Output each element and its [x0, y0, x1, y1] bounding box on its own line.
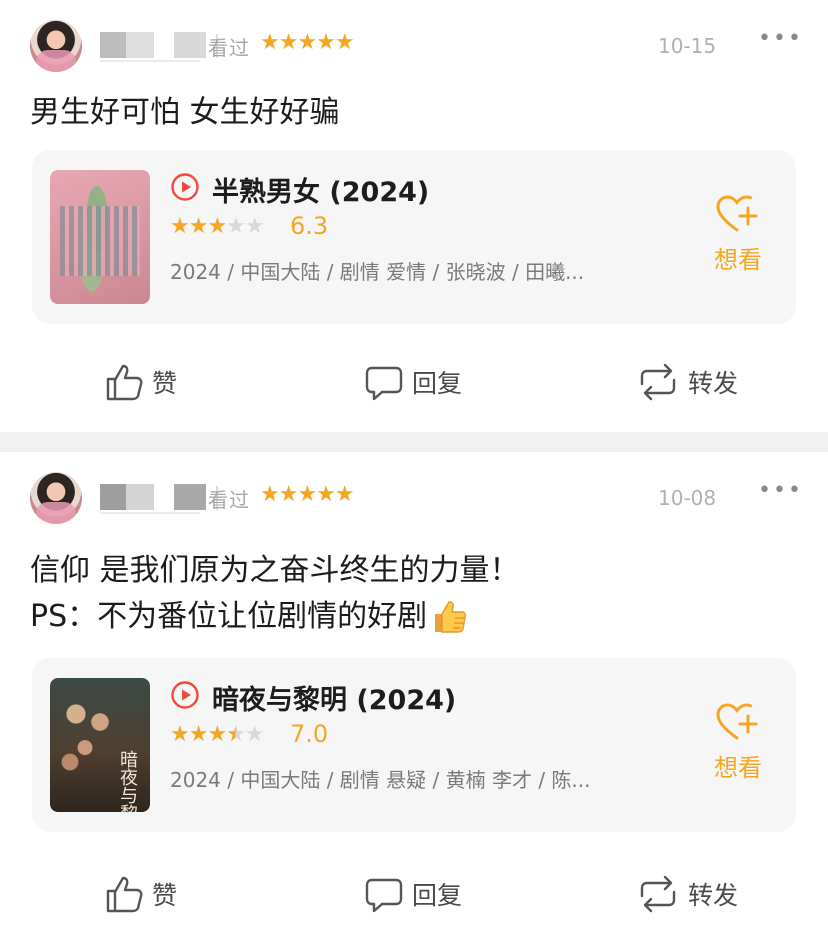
want-to-watch-label: 想看 [714, 754, 762, 782]
play-circle-icon [171, 173, 199, 201]
movie-card[interactable]: 暗夜与黎明 暗夜与黎明 (2024) ★★★★★ 7.0 2024 / 中国大陆… [32, 658, 796, 832]
share-label: 转发 [688, 369, 739, 398]
thumbs-up-icon [106, 364, 143, 401]
post-date: 10-15 [658, 34, 717, 58]
movie-rating-stars: ★★★★★ [170, 214, 265, 239]
repost-icon [640, 363, 676, 401]
post-content: 男生好可怕 女生好好骗 [30, 90, 340, 136]
post-divider [0, 432, 828, 452]
thumbs-up-emoji-icon [435, 600, 467, 633]
movie-meta: 2024 / 中国大陆 / 剧情 悬疑 / 黄楠 李才 / 陈... [170, 768, 591, 792]
share-label: 转发 [688, 881, 739, 910]
action-bar: 赞 回复 转发 [0, 352, 828, 412]
reply-label: 回复 [412, 881, 463, 910]
post-content: 信仰 是我们原为之奋斗终生的力量！ PS：不为番位让位剧情的好剧 [30, 548, 520, 640]
avatar[interactable] [30, 20, 82, 72]
post-header: 看过 ★★★★★ 10-15 ••• [30, 18, 803, 74]
movie-score: 7.0 [290, 720, 329, 748]
movie-rating-stars: ★★★★★ [170, 722, 265, 747]
like-button[interactable]: 赞 [104, 864, 177, 924]
watched-label: 看过 [208, 488, 250, 512]
like-label: 赞 [152, 369, 178, 398]
more-dots-icon[interactable]: ••• [758, 26, 803, 51]
post-header: 看过 ★★★★★ 10-08 ••• [30, 470, 803, 526]
post-date: 10-08 [658, 486, 717, 510]
reply-button[interactable]: 回复 [364, 352, 462, 412]
user-rating-stars: ★★★★★ [260, 30, 355, 55]
action-bar: 赞 回复 转发 [0, 864, 828, 924]
movie-poster[interactable] [50, 170, 150, 304]
content-line: 男生好可怕 女生好好骗 [30, 95, 340, 130]
like-button[interactable]: 赞 [104, 352, 177, 412]
content-line-with-emoji: PS：不为番位让位剧情的好剧 [30, 594, 520, 640]
repost-icon [640, 875, 676, 913]
movie-score: 6.3 [290, 212, 329, 240]
movie-title: 暗夜与黎明 (2024) [212, 685, 457, 716]
comment-icon [365, 366, 403, 401]
avatar[interactable] [30, 472, 82, 524]
comment-post: 看过 ★★★★★ 10-08 ••• 信仰 是我们原为之奋斗终生的力量！ PS：… [0, 452, 828, 946]
user-rating-stars: ★★★★★ [260, 482, 355, 507]
watched-label: 看过 [208, 36, 250, 60]
like-label: 赞 [152, 881, 178, 910]
more-dots-icon[interactable]: ••• [758, 478, 803, 503]
movie-card[interactable]: 半熟男女 (2024) ★★★★★ 6.3 2024 / 中国大陆 / 剧情 爱… [32, 150, 796, 324]
heart-plus-icon [716, 195, 758, 232]
want-to-watch-label: 想看 [714, 246, 762, 274]
share-button[interactable]: 转发 [636, 864, 738, 924]
heart-plus-icon [716, 703, 758, 740]
content-line: PS：不为番位让位剧情的好剧 [30, 599, 428, 634]
movie-meta: 2024 / 中国大陆 / 剧情 爱情 / 张晓波 / 田曦... [170, 260, 585, 284]
play-circle-icon [171, 681, 199, 709]
want-to-watch-button[interactable]: 想看 [702, 194, 774, 284]
movie-title: 半熟男女 (2024) [212, 177, 430, 208]
poster-title: 暗夜与黎明 [120, 750, 138, 813]
username-redacted[interactable] [100, 484, 206, 514]
username-redacted[interactable] [100, 32, 206, 62]
thumbs-up-icon [106, 876, 143, 913]
reply-label: 回复 [412, 369, 463, 398]
want-to-watch-button[interactable]: 想看 [702, 702, 774, 792]
movie-poster[interactable]: 暗夜与黎明 [50, 678, 150, 812]
comment-post: 看过 ★★★★★ 10-15 ••• 男生好可怕 女生好好骗 半熟男女 (202… [0, 0, 828, 432]
reply-button[interactable]: 回复 [364, 864, 462, 924]
content-line: 信仰 是我们原为之奋斗终生的力量！ [30, 553, 520, 588]
share-button[interactable]: 转发 [636, 352, 738, 412]
comment-icon [365, 878, 403, 913]
